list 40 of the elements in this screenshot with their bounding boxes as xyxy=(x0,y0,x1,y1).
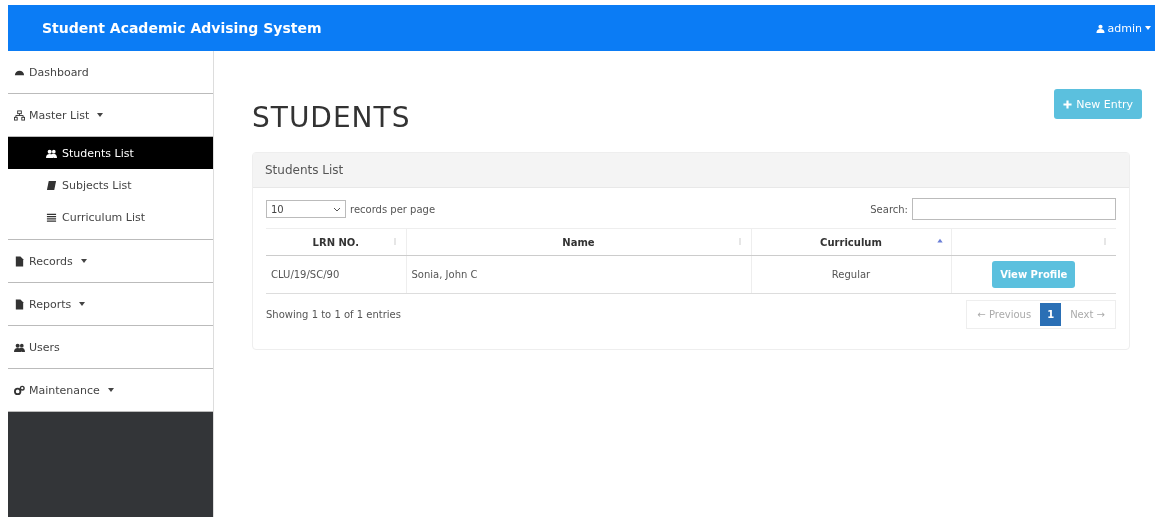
column-header[interactable]: Name xyxy=(406,228,751,256)
file-icon xyxy=(14,298,25,310)
page-size-label: records per page xyxy=(350,203,436,215)
sidebar-item[interactable]: Records xyxy=(8,240,213,283)
sidebar-item[interactable]: Dashboard xyxy=(8,51,213,94)
user-menu[interactable]: admin xyxy=(1091,21,1155,35)
cogs-icon xyxy=(14,384,25,396)
file-icon xyxy=(14,255,25,267)
book-icon xyxy=(46,179,57,191)
panel-heading: Students List xyxy=(253,153,1129,188)
column-header[interactable]: LRN NO. xyxy=(266,228,406,256)
brand-title[interactable]: Student Academic Advising System xyxy=(42,20,322,36)
column-header[interactable]: Curriculum xyxy=(751,228,951,256)
search-label: Search: xyxy=(870,203,908,215)
search-field[interactable] xyxy=(912,198,1116,220)
entries-info: Showing 1 to 1 of 1 entries xyxy=(266,309,401,320)
page-size-select[interactable]: 10 xyxy=(266,200,346,218)
sidebar-item[interactable]: Subjects List xyxy=(8,169,213,201)
sidebar-item[interactable]: Reports xyxy=(8,283,213,326)
table-cell: CLU/19/SC/90 xyxy=(266,255,406,294)
list-icon xyxy=(46,211,57,223)
caret-icon xyxy=(80,259,87,263)
pagination-link[interactable]: 1 xyxy=(1040,303,1062,326)
column-header[interactable] xyxy=(951,228,1116,256)
table-cell: Sonia, John C xyxy=(406,255,751,294)
users-icon xyxy=(46,147,57,159)
caret-icon xyxy=(97,113,104,117)
caret-icon xyxy=(107,388,114,392)
sidebar-item[interactable]: Students List xyxy=(8,137,213,169)
users-icon xyxy=(14,341,25,353)
chevron-down-icon xyxy=(333,206,341,212)
caret-icon xyxy=(79,302,86,306)
user-icon xyxy=(1095,23,1105,33)
sidebar-item[interactable]: Curriculum List xyxy=(8,201,213,233)
caret-icon xyxy=(1145,26,1151,30)
page-title: STUDENTS xyxy=(252,101,411,134)
sitemap-icon xyxy=(14,109,25,121)
sidebar-item[interactable]: Users xyxy=(8,326,213,369)
plus-icon xyxy=(1063,99,1073,109)
table-cell: Regular xyxy=(751,255,951,294)
